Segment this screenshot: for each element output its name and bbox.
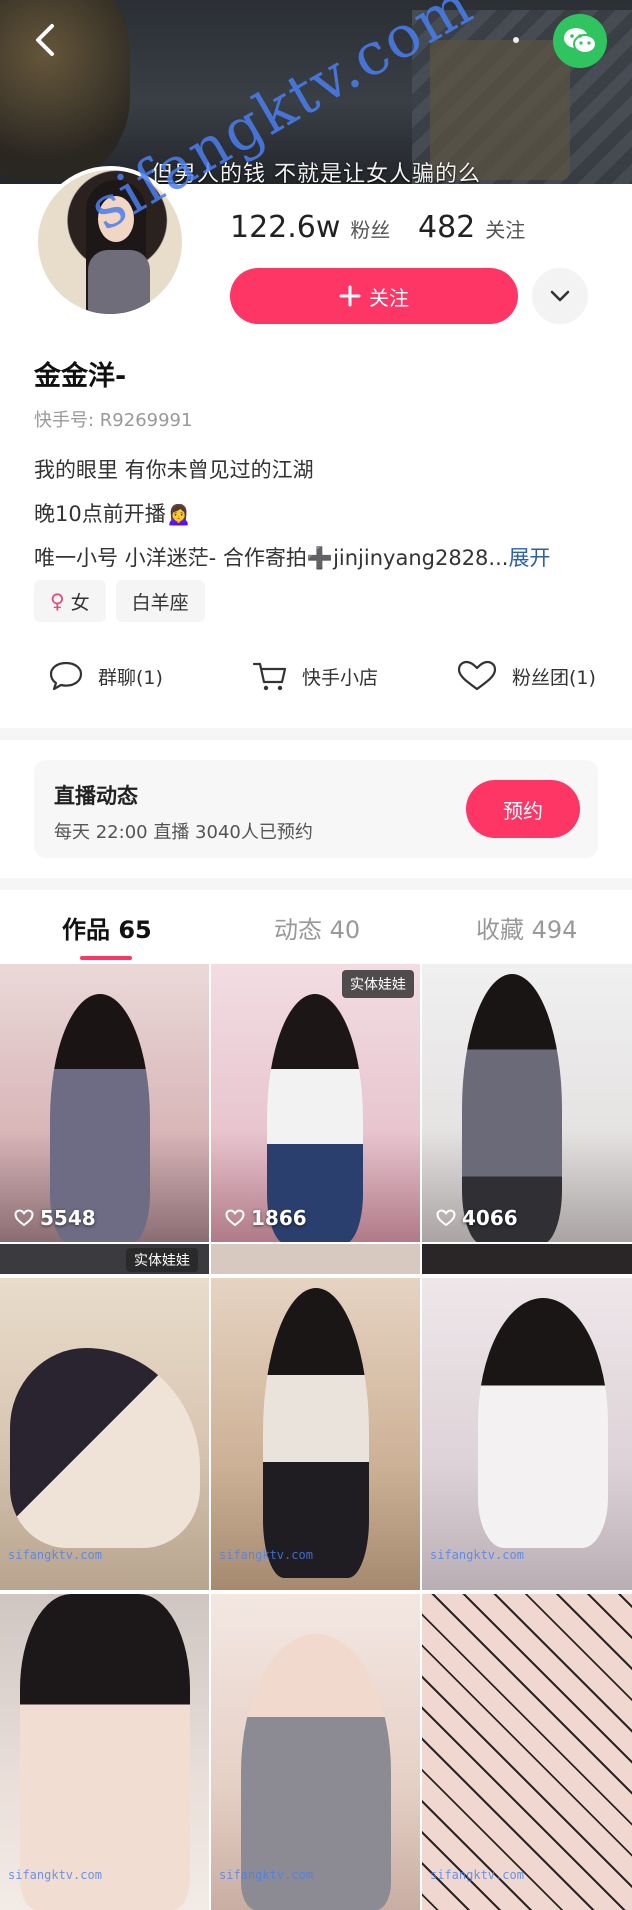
bio-expand-link[interactable]: 展开 [508,546,550,570]
heart-outline-icon [457,660,497,691]
tab-moments[interactable]: 动态 40 [274,910,360,945]
follow-button[interactable]: 关注 [230,268,518,324]
chevron-down-icon [550,290,570,302]
following-stat[interactable]: 482 关注 [418,210,525,245]
section-divider [0,878,632,890]
like-count: 1866 [225,1206,307,1230]
following-count: 482 [418,210,476,245]
bio-line-2: 晚10点前开播🙍‍♀️ [34,502,192,526]
followers-label: 粉丝 [350,218,391,242]
work-tile[interactable]: sifangktv.com [211,1594,420,1910]
live-subtitle: 每天 22:00 直播 3040人已预约 [54,822,313,843]
gender-label: 女 [70,591,90,614]
fan-club-label: 粉丝团(1) [512,666,596,689]
work-tile[interactable]: sifangktv.com [422,1278,632,1590]
work-tile[interactable] [211,1244,420,1274]
section-divider [0,728,632,740]
group-chat-shortcut[interactable]: 群聊(1) [48,660,163,692]
tile-watermark: sifangktv.com [8,1548,102,1562]
shopping-cart-icon [252,662,287,691]
followers-count: 122.6w [230,210,341,245]
fan-club-shortcut[interactable]: 粉丝团(1) [456,660,596,692]
tab-works[interactable]: 作品 65 [62,910,152,945]
like-count: 5548 [14,1206,96,1230]
work-tile[interactable]: 实体娃娃 1866 [211,964,420,1242]
heart-outline-icon [436,1209,456,1227]
live-schedule-card[interactable]: 直播动态 每天 22:00 直播 3040人已预约 预约 [34,760,598,858]
tab-favorites[interactable]: 收藏 494 [476,910,577,945]
like-count: 4066 [436,1206,518,1230]
follow-button-label: 关注 [369,285,409,310]
work-tile[interactable]: 5548 [0,964,209,1242]
work-tile[interactable]: sifangktv.com [0,1594,209,1910]
shop-shortcut[interactable]: 快手小店 [252,660,378,692]
heart-outline-icon [14,1209,34,1227]
profile-tags: ♀ 女 白羊座 [34,580,205,622]
content-tabs: 作品 65 动态 40 收藏 494 [0,894,632,964]
tile-watermark: sifangktv.com [430,1868,524,1882]
back-button[interactable] [26,18,66,62]
work-badge: 实体娃娃 [342,970,414,998]
work-badge: 实体娃娃 [126,1248,198,1272]
wechat-share-button[interactable] [553,14,607,68]
bio-line-3-text: 唯一小号 小洋迷茫- 合作寄拍➕jinjinyang2828... [34,546,509,570]
heart-outline-icon [225,1209,245,1227]
female-icon: ♀ [50,589,65,613]
work-tile[interactable]: sifangktv.com [211,1278,420,1590]
chat-bubble-icon [49,661,83,691]
work-tile[interactable]: sifangktv.com [422,1594,632,1910]
bio-line-3: 唯一小号 小洋迷茫- 合作寄拍➕jinjinyang2828...展开 [34,542,550,572]
zodiac-tag: 白羊座 [115,580,205,622]
tile-watermark: sifangktv.com [219,1548,313,1562]
recommend-dropdown-button[interactable] [532,268,588,324]
profile-cover: 但男人的钱 不就是让女人骗的么 [0,0,632,184]
work-tile[interactable] [422,1244,632,1274]
work-tile[interactable]: 4066 [422,964,632,1242]
profile-card: 122.6w 粉丝 482 关注 关注 金金洋- 快手号: R9269991 我… [0,166,632,730]
plus-icon [339,285,361,307]
profile-shortcuts: 群聊(1) 快手小店 粉丝团(1) [0,650,632,716]
tile-watermark: sifangktv.com [430,1548,524,1562]
user-id[interactable]: 快手号: R9269991 [34,406,192,432]
tile-watermark: sifangktv.com [219,1868,313,1882]
zodiac-label: 白羊座 [131,591,189,614]
shop-label: 快手小店 [302,666,379,689]
following-label: 关注 [485,218,526,242]
chevron-left-icon [36,24,54,56]
active-tab-indicator [80,956,132,960]
live-title: 直播动态 [54,784,138,808]
more-options-dot[interactable] [513,37,519,43]
works-grid: 5548 实体娃娃 1866 4066 实体娃娃 sifangktv.com s… [0,964,632,1910]
avatar[interactable] [34,166,186,318]
username: 金金洋- [34,361,127,392]
work-tile[interactable]: sifangktv.com [0,1278,209,1590]
gender-tag: ♀ 女 [34,580,106,622]
tile-watermark: sifangktv.com [8,1868,102,1882]
group-chat-label: 群聊(1) [98,666,163,689]
reserve-button[interactable]: 预约 [466,780,580,838]
bio-line-1: 我的眼里 有你未曾见过的江湖 [34,458,314,482]
wechat-icon [564,28,597,54]
followers-stat[interactable]: 122.6w 粉丝 [230,210,390,245]
